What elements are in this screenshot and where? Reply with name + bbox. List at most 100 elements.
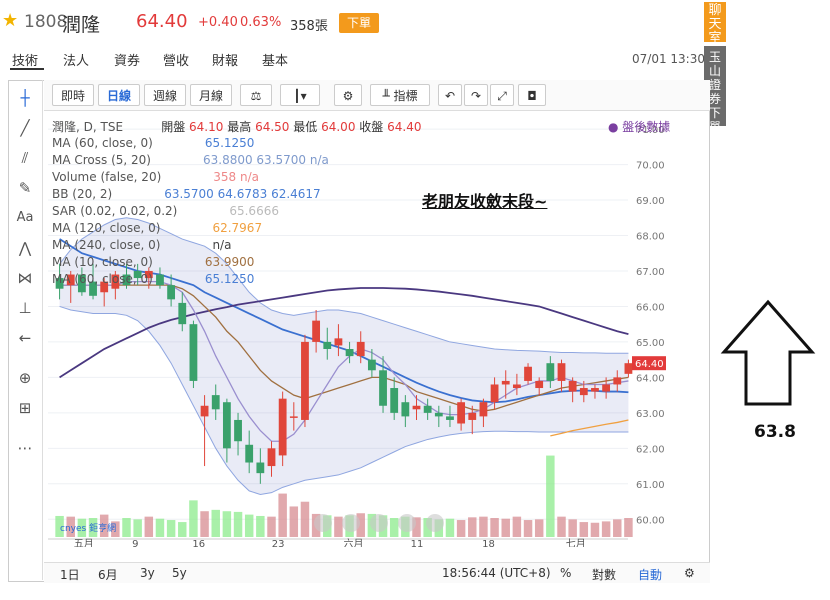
more-icon[interactable]: ⋯: [15, 438, 35, 458]
after-hours-label[interactable]: ● 盤後數據: [608, 118, 670, 135]
price-change-pct: 0.63%: [240, 15, 282, 30]
x-tick-label: 9: [132, 539, 138, 547]
tab-technical[interactable]: 技術: [12, 50, 38, 69]
fullscreen-icon[interactable]: ⤢: [490, 84, 514, 106]
stock-code: 1808: [24, 12, 68, 32]
tab-financials[interactable]: 財報: [212, 50, 238, 69]
gear-icon[interactable]: ⚙: [334, 84, 362, 106]
y-tick-label: 66.00: [636, 302, 665, 313]
y-tick-label: 63.00: [636, 409, 665, 420]
volume-bar: [523, 520, 533, 537]
indicator-name: MA (60, close, 0): [52, 136, 153, 150]
volume-bar: [189, 500, 198, 537]
volume-bar: [334, 516, 343, 537]
candle-body: [457, 402, 466, 424]
stock-name: 潤隆: [62, 14, 101, 36]
indicator-row[interactable]: MA (10, close, 0) 63.9900: [52, 255, 254, 269]
indicator-row[interactable]: MA (240, close, 0) n/a: [52, 238, 231, 252]
volume-bar: [233, 511, 243, 537]
nav-control-icon: [426, 514, 444, 532]
indicator-name: MA (240, close, 0): [52, 238, 161, 252]
settings-gear-icon[interactable]: ⚙: [684, 566, 695, 580]
star-icon[interactable]: ★: [2, 10, 18, 31]
tab-margin[interactable]: 資券: [114, 50, 140, 69]
interval-monthly-button[interactable]: 月線: [190, 84, 232, 106]
indicator-name: SAR (0.02, 0.02, 0.2): [52, 204, 178, 218]
log-toggle[interactable]: 對數: [592, 566, 616, 583]
indicator-value: 63.8800 63.5700 n/a: [202, 153, 329, 167]
indicator-row[interactable]: MA (120, close, 0) 62.7967: [52, 221, 262, 235]
candle-body: [446, 416, 454, 420]
volume-bar: [200, 511, 209, 537]
volume-bar: [178, 522, 187, 537]
indicator-row[interactable]: MA (60, close, 0) 65.1250: [52, 136, 254, 150]
volume-bar: [133, 519, 142, 537]
indicator-name: MA (10, close, 0): [52, 255, 153, 269]
candle-body: [579, 388, 588, 396]
candle-body: [367, 359, 376, 371]
auto-scale-toggle[interactable]: 自動: [638, 566, 662, 583]
close-label: 收盤: [359, 120, 384, 134]
fork-icon[interactable]: ⫽: [15, 148, 35, 168]
volume-bar: [211, 509, 220, 537]
tab-revenue[interactable]: 營收: [163, 50, 189, 69]
candle-body: [412, 405, 421, 410]
tab-basic[interactable]: 基本: [262, 50, 288, 69]
pattern-icon[interactable]: ⋀: [15, 238, 35, 258]
candle-body: [524, 366, 532, 381]
candle-body: [278, 398, 287, 456]
volume-bar: [624, 518, 633, 537]
volume-bar: [456, 520, 466, 537]
tab-institutional[interactable]: 法人: [63, 50, 89, 69]
candle-body: [178, 302, 187, 325]
chat-room-button[interactable]: 聊天室: [704, 2, 726, 46]
indicator-row[interactable]: BB (20, 2) 63.5700 64.6783 62.4617: [52, 187, 321, 201]
candlestick-icon[interactable]: ┃▾: [280, 84, 320, 106]
candle-body: [211, 395, 220, 410]
measure-icon[interactable]: ⊥: [15, 298, 35, 318]
interval-daily-button[interactable]: 日線: [98, 84, 140, 106]
candle-body: [345, 349, 354, 357]
ruler-icon[interactable]: ⊞: [15, 398, 35, 418]
indicator-row[interactable]: SAR (0.02, 0.02, 0.2) 65.6666: [52, 204, 279, 218]
fibonacci-icon[interactable]: ⋈: [15, 268, 35, 288]
last-price: 64.40: [136, 11, 188, 32]
undo-icon[interactable]: ↶: [438, 84, 462, 106]
volume: 358張: [290, 19, 328, 34]
percent-toggle[interactable]: %: [560, 566, 571, 580]
info-tabs: 技術 法人 資券 營收 財報 基本: [0, 44, 700, 72]
interval-realtime-button[interactable]: 即時: [52, 84, 94, 106]
range-5y[interactable]: 5y: [172, 566, 187, 580]
range-3y[interactable]: 3y: [140, 566, 155, 580]
zoom-icon[interactable]: ⊕: [15, 368, 35, 388]
indicators-button[interactable]: ╨ 指標: [370, 84, 430, 106]
arrow-left-icon[interactable]: ←: [15, 328, 35, 348]
brush-icon[interactable]: ✎: [15, 178, 35, 198]
candle-body: [468, 412, 477, 420]
indicator-row[interactable]: MA Cross (5, 20) 63.8800 63.5700 n/a: [52, 153, 329, 167]
crosshair-icon[interactable]: ┼: [15, 88, 35, 108]
redo-icon[interactable]: ↷: [464, 84, 488, 106]
candle-body: [390, 388, 399, 413]
camera-icon[interactable]: ◘: [518, 84, 546, 106]
candle-body: [356, 341, 365, 357]
range-1d[interactable]: 1日: [60, 566, 80, 583]
indicator-value: 65.1250: [204, 272, 255, 286]
range-6m[interactable]: 6月: [98, 566, 118, 583]
trendline-icon[interactable]: ╱: [15, 118, 35, 138]
candle-body: [434, 412, 443, 417]
indicators-label: 指標: [393, 89, 418, 103]
candle-body: [289, 416, 298, 418]
candle-body: [245, 444, 254, 463]
candle-body: [501, 380, 510, 385]
indicator-row[interactable]: MA (60, close, 0) 65.1250: [52, 272, 254, 286]
volume-bar: [278, 493, 287, 537]
indicator-icon: ╨: [382, 89, 394, 103]
interval-weekly-button[interactable]: 週線: [144, 84, 186, 106]
volume-bar: [244, 514, 254, 537]
indicator-row[interactable]: Volume (false, 20) 358 n/a: [52, 170, 259, 184]
up-arrow-icon: [720, 299, 816, 406]
balance-icon[interactable]: ⚖: [240, 84, 272, 106]
order-button[interactable]: 下單: [339, 13, 379, 33]
text-tool-icon[interactable]: Aa: [15, 208, 35, 228]
